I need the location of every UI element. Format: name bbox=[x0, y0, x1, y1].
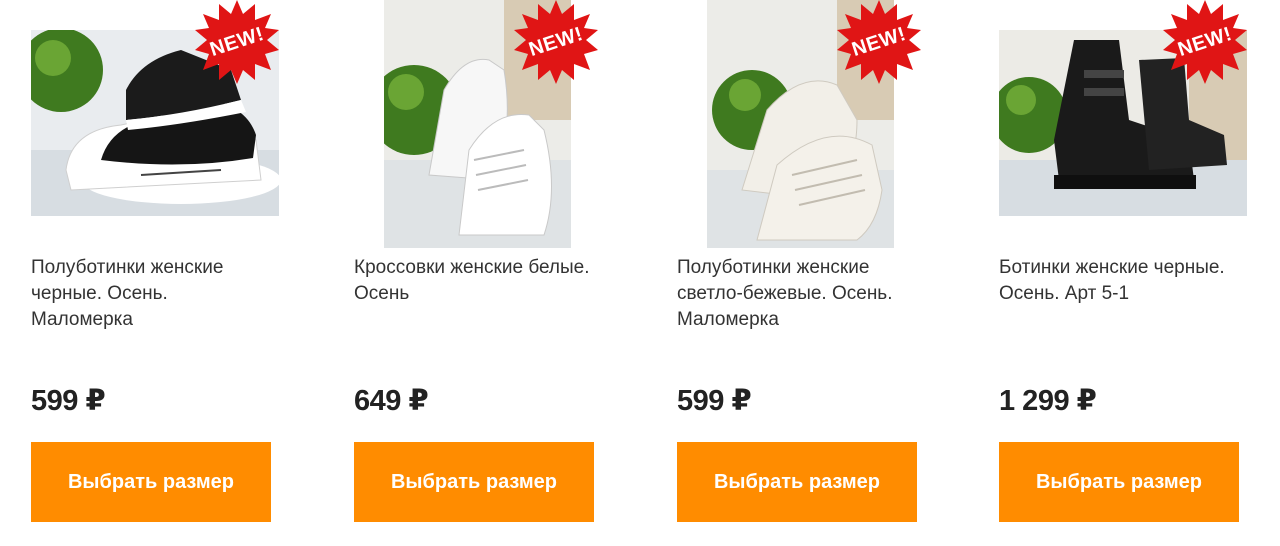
product-card: NEW! Полуботинки женские черные. Осень. … bbox=[31, 0, 281, 546]
choose-size-button[interactable]: Выбрать размер bbox=[677, 442, 917, 522]
product-card: NEW! Ботинки женские черные. Осень. Арт … bbox=[999, 0, 1249, 546]
product-price: 649 ₽ bbox=[354, 385, 429, 417]
new-badge: NEW! bbox=[195, 0, 279, 84]
choose-size-button[interactable]: Выбрать размер bbox=[999, 442, 1239, 522]
product-title[interactable]: Кроссовки женские белые. Осень bbox=[354, 255, 594, 307]
product-title[interactable]: Полуботинки женские светло-бежевые. Осен… bbox=[677, 255, 917, 333]
new-badge: NEW! bbox=[837, 0, 921, 84]
product-card: NEW! Полуботинки женские светло-бежевые.… bbox=[677, 0, 927, 546]
choose-size-button[interactable]: Выбрать размер bbox=[31, 442, 271, 522]
product-price: 599 ₽ bbox=[677, 385, 752, 417]
product-title[interactable]: Полуботинки женские черные. Осень. Малом… bbox=[31, 255, 271, 333]
product-title[interactable]: Ботинки женские черные. Осень. Арт 5-1 bbox=[999, 255, 1239, 307]
product-card: NEW! Кроссовки женские белые. Осень 649 … bbox=[354, 0, 604, 546]
product-price: 599 ₽ bbox=[31, 385, 106, 417]
product-grid: NEW! Полуботинки женские черные. Осень. … bbox=[0, 0, 1280, 546]
product-price: 1 299 ₽ bbox=[999, 385, 1097, 417]
choose-size-button[interactable]: Выбрать размер bbox=[354, 442, 594, 522]
new-badge: NEW! bbox=[514, 0, 598, 84]
new-badge: NEW! bbox=[1163, 0, 1247, 84]
